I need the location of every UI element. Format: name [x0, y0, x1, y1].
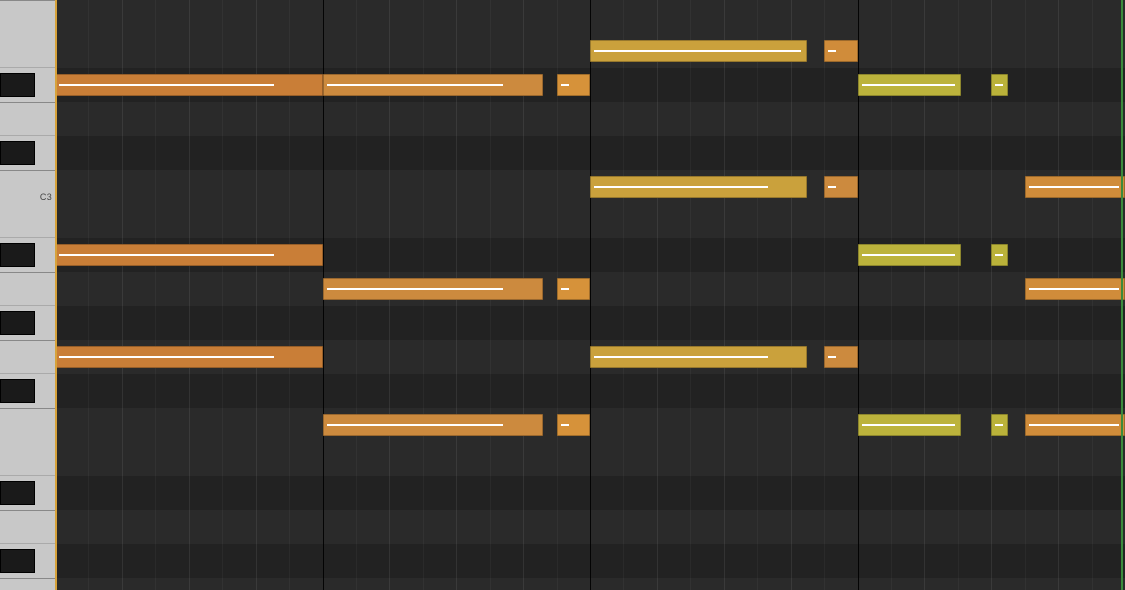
white-key[interactable] — [0, 408, 55, 476]
midi-note[interactable] — [323, 278, 544, 300]
loop-end-marker[interactable] — [1121, 0, 1123, 590]
white-key[interactable] — [0, 578, 55, 590]
white-key[interactable] — [0, 102, 55, 136]
midi-note[interactable] — [824, 346, 857, 368]
black-key[interactable] — [0, 379, 35, 403]
white-key[interactable] — [0, 340, 55, 374]
midi-note[interactable] — [1025, 278, 1125, 300]
midi-note[interactable] — [590, 40, 807, 62]
midi-note[interactable] — [858, 74, 962, 96]
midi-note[interactable] — [991, 74, 1008, 96]
midi-note[interactable] — [824, 40, 857, 62]
loop-start-marker[interactable] — [55, 0, 57, 590]
note-grid[interactable] — [55, 0, 1125, 590]
midi-note[interactable] — [323, 74, 544, 96]
white-key[interactable] — [0, 510, 55, 544]
midi-note[interactable] — [858, 244, 962, 266]
midi-note[interactable] — [590, 346, 807, 368]
black-key[interactable] — [0, 73, 35, 97]
black-key[interactable] — [0, 481, 35, 505]
midi-note[interactable] — [1025, 414, 1125, 436]
midi-note[interactable] — [323, 414, 544, 436]
black-key[interactable] — [0, 311, 35, 335]
grid-line — [757, 0, 758, 590]
grid-line — [623, 0, 624, 590]
white-key[interactable] — [0, 272, 55, 306]
piano-keyboard[interactable]: C3C2 — [0, 0, 55, 590]
white-key[interactable] — [0, 0, 55, 68]
midi-note[interactable] — [55, 74, 323, 96]
grid-line — [824, 0, 825, 590]
white-key[interactable] — [0, 170, 55, 238]
midi-note[interactable] — [991, 414, 1008, 436]
midi-note[interactable] — [557, 74, 590, 96]
grid-line — [724, 0, 725, 590]
midi-note[interactable] — [557, 278, 590, 300]
midi-note[interactable] — [991, 244, 1008, 266]
midi-note[interactable] — [858, 414, 962, 436]
midi-note[interactable] — [557, 414, 590, 436]
black-key[interactable] — [0, 243, 35, 267]
midi-note[interactable] — [590, 176, 807, 198]
midi-note[interactable] — [55, 346, 323, 368]
black-key[interactable] — [0, 549, 35, 573]
midi-note[interactable] — [824, 176, 857, 198]
grid-line — [590, 0, 591, 590]
midi-note[interactable] — [55, 244, 323, 266]
grid-line — [791, 0, 792, 590]
grid-line — [690, 0, 691, 590]
grid-line — [657, 0, 658, 590]
midi-note[interactable] — [1025, 176, 1125, 198]
piano-roll: C3C2 — [0, 0, 1125, 590]
black-key[interactable] — [0, 141, 35, 165]
key-label: C3 — [40, 192, 52, 202]
